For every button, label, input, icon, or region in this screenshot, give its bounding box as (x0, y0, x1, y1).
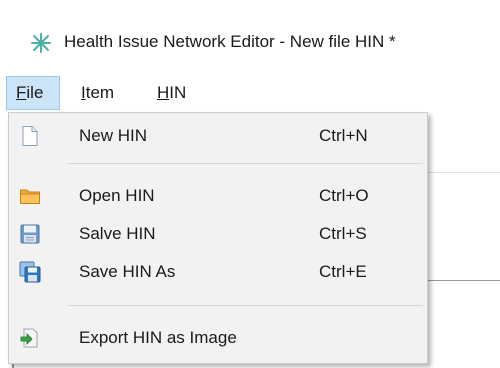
save-as-icon (19, 261, 41, 283)
toolbar-divider (428, 172, 500, 173)
menu-item-shortcut: Ctrl+E (319, 262, 367, 281)
menu-item-rest: tem (85, 83, 115, 102)
export-image-icon (19, 327, 41, 349)
menu-separator (67, 305, 423, 306)
app-window: Health Issue Network Editor - New file H… (0, 0, 500, 368)
menu-item-label: Salve HIN (79, 224, 156, 243)
menu-file-rest: ile (26, 83, 44, 102)
menu-item[interactable]: Item (72, 76, 136, 110)
menu-item-shortcut: Ctrl+N (319, 126, 368, 145)
menu-item-label: Open HIN (79, 186, 155, 205)
folder-icon (19, 185, 41, 207)
menu-item-save-hin[interactable]: Salve HIN Ctrl+S (9, 215, 427, 253)
file-menu-dropdown: New HIN Ctrl+N Open HIN Ctrl+O Salve HIN… (8, 112, 428, 364)
save-icon (19, 223, 41, 245)
menu-item-label: Export HIN as Image (79, 328, 237, 347)
menu-separator (67, 163, 423, 164)
panel-divider (428, 280, 500, 281)
app-logo-icon (28, 30, 54, 56)
menu-item-shortcut: Ctrl+O (319, 186, 369, 205)
menu-hin-rest: IN (169, 83, 187, 102)
menu-item-label: New HIN (79, 126, 148, 145)
menu-item-label: Save HIN As (79, 262, 176, 281)
menu-item-new-hin[interactable]: New HIN Ctrl+N (9, 117, 427, 155)
menu-hin[interactable]: HIN (148, 76, 208, 110)
menu-hin-accel: H (157, 83, 170, 102)
new-file-icon (19, 125, 41, 147)
menu-file[interactable]: File (6, 76, 60, 110)
menu-item-open-hin[interactable]: Open HIN Ctrl+O (9, 177, 427, 215)
menu-file-accel: F (16, 83, 27, 102)
title-bar: Health Issue Network Editor - New file H… (0, 0, 500, 76)
menu-item-shortcut: Ctrl+S (319, 224, 367, 243)
menu-bar: File Item HIN (0, 76, 500, 112)
menu-item-export-image[interactable]: Export HIN as Image (9, 319, 427, 357)
menu-item-save-hin-as[interactable]: Save HIN As Ctrl+E (9, 253, 427, 291)
window-title: Health Issue Network Editor - New file H… (64, 32, 396, 51)
